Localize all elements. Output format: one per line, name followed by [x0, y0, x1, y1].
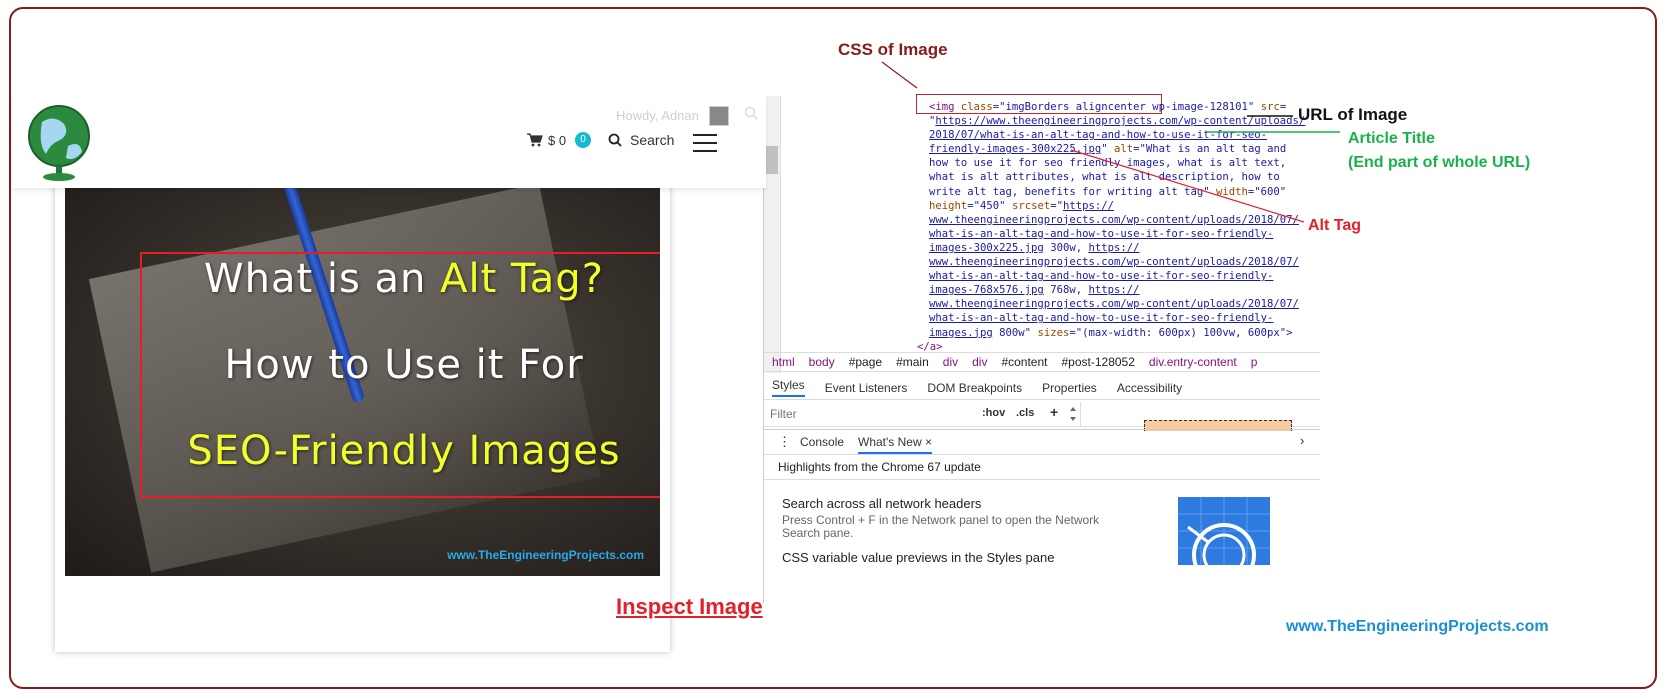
cart-count-badge: 0: [575, 132, 592, 148]
close-tab-icon[interactable]: ×: [925, 435, 932, 449]
breadcrumb-content[interactable]: #content: [1001, 355, 1047, 369]
alt-tag-label: Alt Tag: [1308, 217, 1362, 234]
breadcrumb-entry-content[interactable]: div.entry-content: [1149, 355, 1237, 369]
url-of-image-label: URL of Image: [1298, 105, 1408, 124]
tab-console[interactable]: Console: [800, 435, 844, 449]
tab-styles[interactable]: Styles: [772, 378, 805, 397]
cart-amount: $ 0: [548, 132, 567, 148]
breadcrumb: html body #page #main div div #content #…: [764, 352, 1320, 372]
site-footer-watermark: www.TheEngineeringProjects.com: [1286, 618, 1549, 635]
search-label: Search: [630, 132, 675, 148]
featured-image[interactable]: What is an Alt Tag? How to Use it For SE…: [65, 188, 660, 576]
scrollbar-thumb[interactable]: [766, 146, 778, 174]
scrollbar[interactable]: [764, 96, 781, 373]
article-card: What is an Alt Tag? How to Use it For SE…: [55, 178, 670, 652]
news-item-title[interactable]: CSS variable value previews in the Style…: [782, 550, 1054, 565]
hov-button[interactable]: :hov: [982, 407, 1005, 419]
search-button[interactable]: Search: [608, 132, 674, 148]
hero-title-line1: What is an Alt Tag?: [204, 256, 604, 302]
breadcrumb-post[interactable]: #post-128052: [1062, 355, 1135, 369]
elements-code[interactable]: <img class="imgBorders aligncenter wp-im…: [917, 100, 1319, 354]
menu-hamburger-icon[interactable]: [693, 134, 717, 152]
site-header: Howdy, Adnan $ 0 0 Search: [12, 96, 766, 188]
tab-accessibility[interactable]: Accessibility: [1117, 381, 1182, 395]
breadcrumb-page[interactable]: #page: [849, 355, 882, 369]
toggle-sidebar-icon[interactable]: [1069, 404, 1077, 424]
hero-site-watermark: www.TheEngineeringProjects.com: [447, 548, 644, 562]
caption-title: Inspect Image: [616, 594, 763, 619]
tab-event-listeners[interactable]: Event Listeners: [825, 381, 908, 395]
breadcrumb-div-2[interactable]: div: [972, 355, 987, 369]
cls-button[interactable]: .cls: [1016, 407, 1034, 419]
panel-divider: [1080, 402, 1081, 426]
drawer-tab-bar: ⋮ Console What's New × ›: [764, 429, 1320, 455]
tab-properties[interactable]: Properties: [1042, 381, 1097, 395]
breadcrumb-html[interactable]: html: [772, 355, 795, 369]
whats-new-header: Highlights from the Chrome 67 update: [778, 460, 981, 474]
avatar[interactable]: [709, 106, 729, 126]
css-of-image-label: CSS of Image: [838, 40, 948, 59]
breadcrumb-p[interactable]: p: [1251, 355, 1258, 369]
divider: [764, 479, 1320, 480]
article-title-label: Article Title (End part of whole URL): [1348, 130, 1531, 171]
search-icon: [608, 133, 622, 147]
website-panel: Howdy, Adnan $ 0 0 Search What is an Alt: [12, 96, 766, 652]
hero-title-line3: SEO-Friendly Images: [187, 428, 621, 474]
cart-link[interactable]: $ 0 0: [527, 132, 592, 148]
news-item-title[interactable]: Search across all network headers: [782, 496, 981, 511]
devtools-panel: <img class="imgBorders aligncenter wp-im…: [763, 94, 1320, 603]
hero-title-line2: How to Use it For: [224, 342, 584, 388]
howdy-user-label[interactable]: Howdy, Adnan: [616, 108, 699, 123]
cart-icon: [527, 133, 543, 147]
styles-filter-input[interactable]: [766, 404, 982, 424]
news-thumbnail: [1178, 497, 1270, 565]
styles-filter-row: :hov .cls +: [764, 402, 1320, 431]
breadcrumb-main[interactable]: #main: [896, 355, 929, 369]
news-item-desc: Press Control + F in the Network panel t…: [782, 513, 1100, 540]
image-url-link[interactable]: https://www.theengineeringprojects.com/w…: [935, 115, 1305, 127]
close-drawer-icon[interactable]: ›: [1300, 433, 1304, 448]
faded-search-icon[interactable]: [744, 106, 758, 120]
breadcrumb-body[interactable]: body: [809, 355, 835, 369]
tab-whats-new[interactable]: What's New ×: [858, 435, 932, 454]
more-tools-icon[interactable]: ⋮: [778, 434, 791, 450]
tab-dom-breakpoints[interactable]: DOM Breakpoints: [927, 381, 1022, 395]
globe-logo-icon[interactable]: [24, 100, 94, 184]
breadcrumb-div-1[interactable]: div: [943, 355, 958, 369]
new-rule-button[interactable]: +: [1050, 404, 1058, 420]
styles-tab-bar: Styles Event Listeners DOM Breakpoints P…: [764, 376, 1320, 400]
